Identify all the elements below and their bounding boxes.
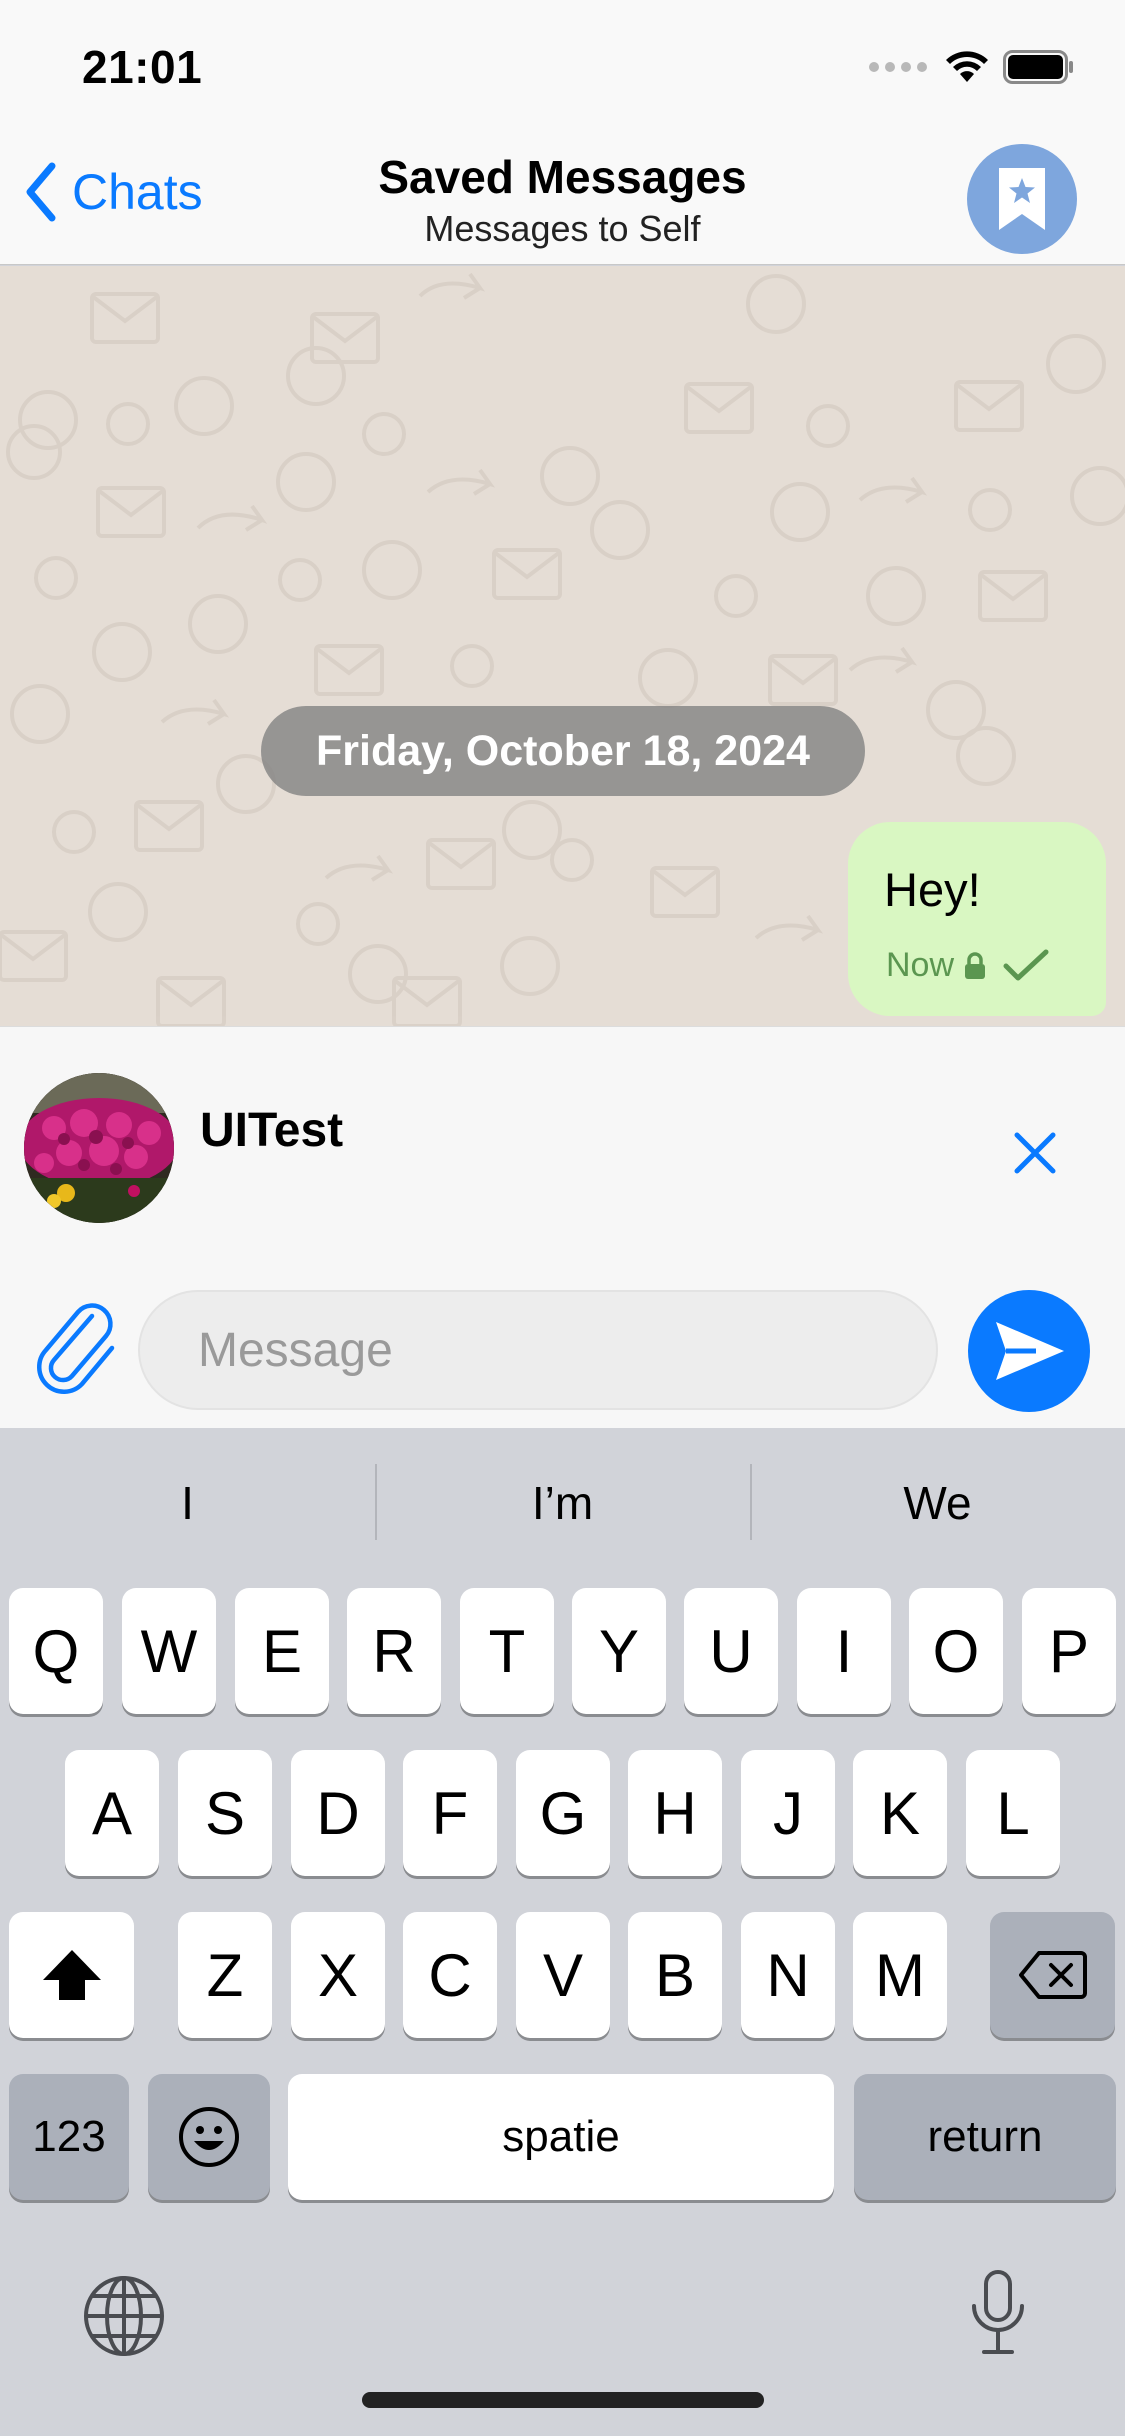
outgoing-message[interactable]: Hey! Now (848, 822, 1106, 1016)
message-text: Hey! (884, 863, 981, 916)
key-i[interactable]: I (797, 1588, 891, 1714)
chat-area[interactable]: Friday, October 18, 2024 Hey! Now (0, 266, 1125, 1026)
reply-preview-bar: UITest (0, 1026, 1125, 1256)
key-w[interactable]: W (122, 1588, 216, 1714)
key-q[interactable]: Q (9, 1588, 103, 1714)
key-v[interactable]: V (516, 1912, 610, 2038)
key-f[interactable]: F (403, 1750, 497, 1876)
shift-key[interactable] (9, 1912, 134, 2038)
key-h[interactable]: H (628, 1750, 722, 1876)
suggestion-item[interactable]: I’m (375, 1428, 750, 1578)
saved-messages-avatar[interactable] (967, 144, 1077, 254)
emoji-key[interactable] (148, 2074, 270, 2200)
keyboard: I I’m We Q W E R T Y U I O P A S D F G H… (0, 1428, 1125, 2436)
date-separator: Friday, October 18, 2024 (261, 706, 865, 796)
attach-button[interactable] (34, 1298, 120, 1398)
key-x[interactable]: X (291, 1912, 385, 2038)
key-m[interactable]: M (853, 1912, 947, 2038)
chat-title-text: Saved Messages (378, 151, 747, 203)
battery-icon (1003, 50, 1073, 84)
message-input[interactable] (138, 1290, 938, 1410)
key-t[interactable]: T (460, 1588, 554, 1714)
cellular-signal-icon (869, 62, 927, 72)
checkmark-icon (1003, 949, 1049, 980)
bookmark-star-icon (999, 168, 1045, 230)
navigation-bar: Chats Saved Messages Messages to Self (0, 132, 1125, 265)
key-k[interactable]: K (853, 1750, 947, 1876)
send-button[interactable] (968, 1290, 1090, 1412)
suggestion-bar: I I’m We (0, 1428, 1125, 1578)
home-indicator (362, 2392, 764, 2408)
close-icon (1014, 1132, 1056, 1174)
suggestion-item[interactable]: I (0, 1428, 375, 1578)
key-p[interactable]: P (1022, 1588, 1116, 1714)
globe-button[interactable] (82, 2274, 166, 2363)
key-d[interactable]: D (291, 1750, 385, 1876)
globe-icon (84, 2276, 164, 2356)
microphone-icon (972, 2270, 1024, 2354)
key-z[interactable]: Z (178, 1912, 272, 2038)
status-indicators (869, 50, 1075, 84)
key-s[interactable]: S (178, 1750, 272, 1876)
numbers-key[interactable]: 123 (9, 2074, 129, 2200)
delete-key[interactable] (990, 1912, 1115, 2038)
key-j[interactable]: J (741, 1750, 835, 1876)
status-bar: 21:01 (0, 0, 1125, 132)
key-c[interactable]: C (403, 1912, 497, 2038)
key-y[interactable]: Y (572, 1588, 666, 1714)
key-n[interactable]: N (741, 1912, 835, 2038)
key-e[interactable]: E (235, 1588, 329, 1714)
composer-bar (0, 1256, 1125, 1428)
lock-icon (965, 951, 986, 979)
suggestion-item[interactable]: We (750, 1428, 1125, 1578)
key-o[interactable]: O (909, 1588, 1003, 1714)
paperclip-icon (37, 1303, 115, 1395)
key-g[interactable]: G (516, 1750, 610, 1876)
reply-avatar (24, 1073, 174, 1223)
space-key[interactable]: spatie (288, 2074, 834, 2200)
send-icon (996, 1322, 1064, 1380)
key-r[interactable]: R (347, 1588, 441, 1714)
reply-name: UITest (200, 1104, 344, 1157)
chat-subtitle: Messages to Self (424, 208, 701, 249)
return-key[interactable]: return (854, 2074, 1116, 2200)
key-l[interactable]: L (966, 1750, 1060, 1876)
emoji-icon (179, 2107, 239, 2167)
wifi-icon (946, 51, 988, 82)
close-reply-button[interactable] (1005, 1123, 1065, 1183)
message-meta: Now (886, 946, 1050, 985)
message-time: Now (886, 946, 955, 984)
chat-title[interactable]: Saved Messages Messages to Self (0, 150, 1125, 250)
shift-icon (42, 1950, 101, 2000)
dictation-button[interactable] (966, 2268, 1030, 2363)
flower-photo (24, 1073, 174, 1223)
key-a[interactable]: A (65, 1750, 159, 1876)
backspace-icon (1018, 1951, 1087, 1999)
key-b[interactable]: B (628, 1912, 722, 2038)
status-time: 21:01 (82, 41, 203, 93)
key-u[interactable]: U (684, 1588, 778, 1714)
